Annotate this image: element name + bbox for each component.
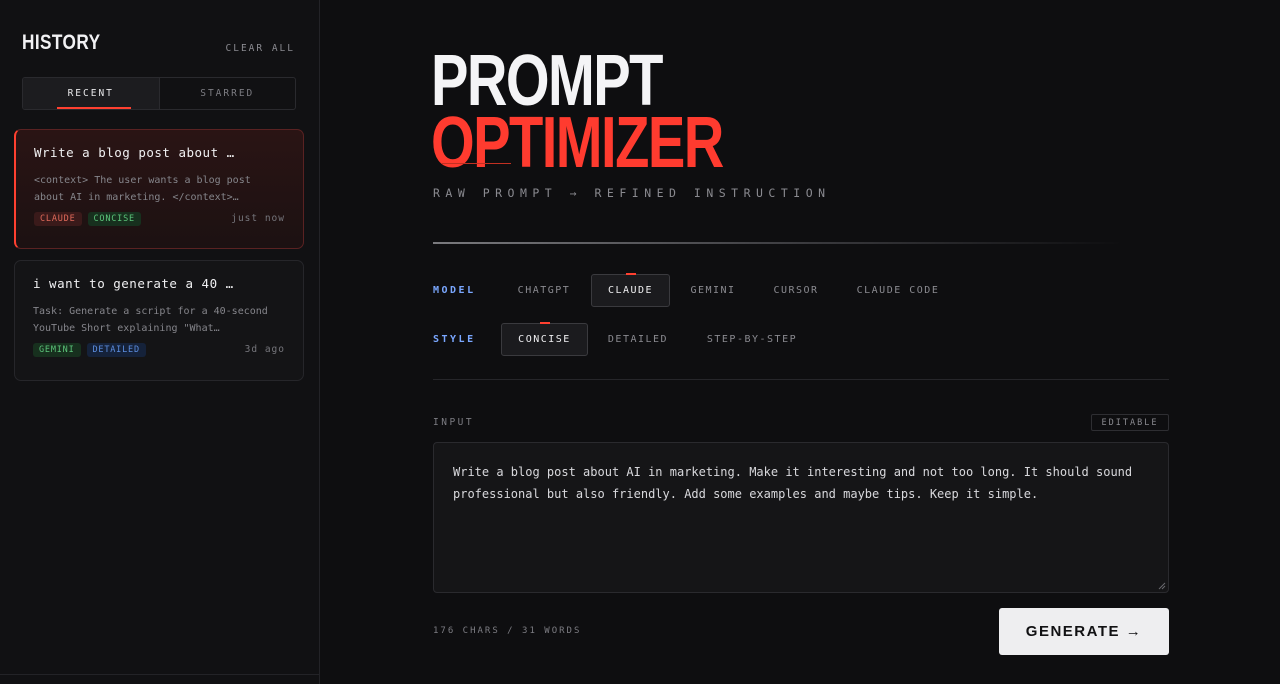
- hero-divider: [433, 242, 1123, 244]
- history-card-title: Write a blog post about …: [34, 145, 235, 160]
- prompt-input-text: Write a blog post about AI in marketing.…: [453, 465, 1133, 501]
- style-tag: CONCISE: [87, 211, 141, 226]
- history-sidebar: HISTORY CLEAR ALL RECENT STARRED Write a…: [0, 0, 320, 684]
- hero-accent-line: [441, 163, 511, 164]
- section-divider: [433, 379, 1169, 380]
- history-card-footer: GEMINI DETAILED 3d ago: [33, 342, 285, 357]
- style-option-detailed[interactable]: DETAILED: [596, 323, 680, 356]
- history-card-title: i want to generate a 40 …: [33, 276, 234, 291]
- model-option-gemini[interactable]: GEMINI: [678, 274, 748, 307]
- editable-badge: EDITABLE: [1091, 414, 1169, 431]
- style-label: STYLE: [433, 334, 476, 345]
- history-card-time: just now: [231, 213, 285, 224]
- history-card-footer: CLAUDE CONCISE just now: [34, 211, 285, 226]
- hero-title-line2: OPTIMIZER: [431, 103, 724, 183]
- model-option-chatgpt[interactable]: CHATGPT: [505, 274, 583, 307]
- char-word-counter: 176 CHARS / 31 WORDS: [433, 626, 582, 636]
- model-option-claude-code[interactable]: CLAUDE CODE: [844, 274, 952, 307]
- tab-recent[interactable]: RECENT: [23, 78, 160, 109]
- clear-all-button[interactable]: CLEAR ALL: [226, 43, 295, 54]
- model-tag: CLAUDE: [34, 211, 82, 226]
- input-label: INPUT: [433, 417, 475, 428]
- history-tabs: RECENT STARRED: [22, 77, 296, 110]
- history-card-preview: <context> The user wants a blog post abo…: [34, 175, 251, 203]
- prompt-input[interactable]: Write a blog post about AI in marketing.…: [433, 442, 1169, 593]
- hero-subtitle: RAW PROMPT → REFINED INSTRUCTION: [433, 186, 831, 200]
- history-card[interactable]: i want to generate a 40 … Task: Generate…: [14, 260, 304, 381]
- model-label: MODEL: [433, 285, 476, 296]
- history-card[interactable]: Write a blog post about … <context> The …: [14, 129, 304, 249]
- style-option-concise[interactable]: CONCISE: [501, 322, 588, 356]
- history-card-time: 3d ago: [244, 344, 285, 355]
- history-card-preview: Task: Generate a script for a 40-second …: [33, 306, 268, 334]
- generate-button[interactable]: GENERATE →: [999, 608, 1169, 655]
- style-option-step-by-step[interactable]: STEP-BY-STEP: [694, 323, 810, 356]
- sidebar-divider: [0, 674, 319, 675]
- tab-starred[interactable]: STARRED: [160, 78, 296, 109]
- model-tag: GEMINI: [33, 342, 81, 357]
- model-option-cursor[interactable]: CURSOR: [760, 274, 832, 307]
- style-tag: DETAILED: [86, 342, 146, 357]
- model-option-claude[interactable]: CLAUDE: [591, 273, 670, 307]
- history-title: HISTORY: [22, 31, 101, 54]
- resize-handle-icon[interactable]: [1158, 582, 1166, 590]
